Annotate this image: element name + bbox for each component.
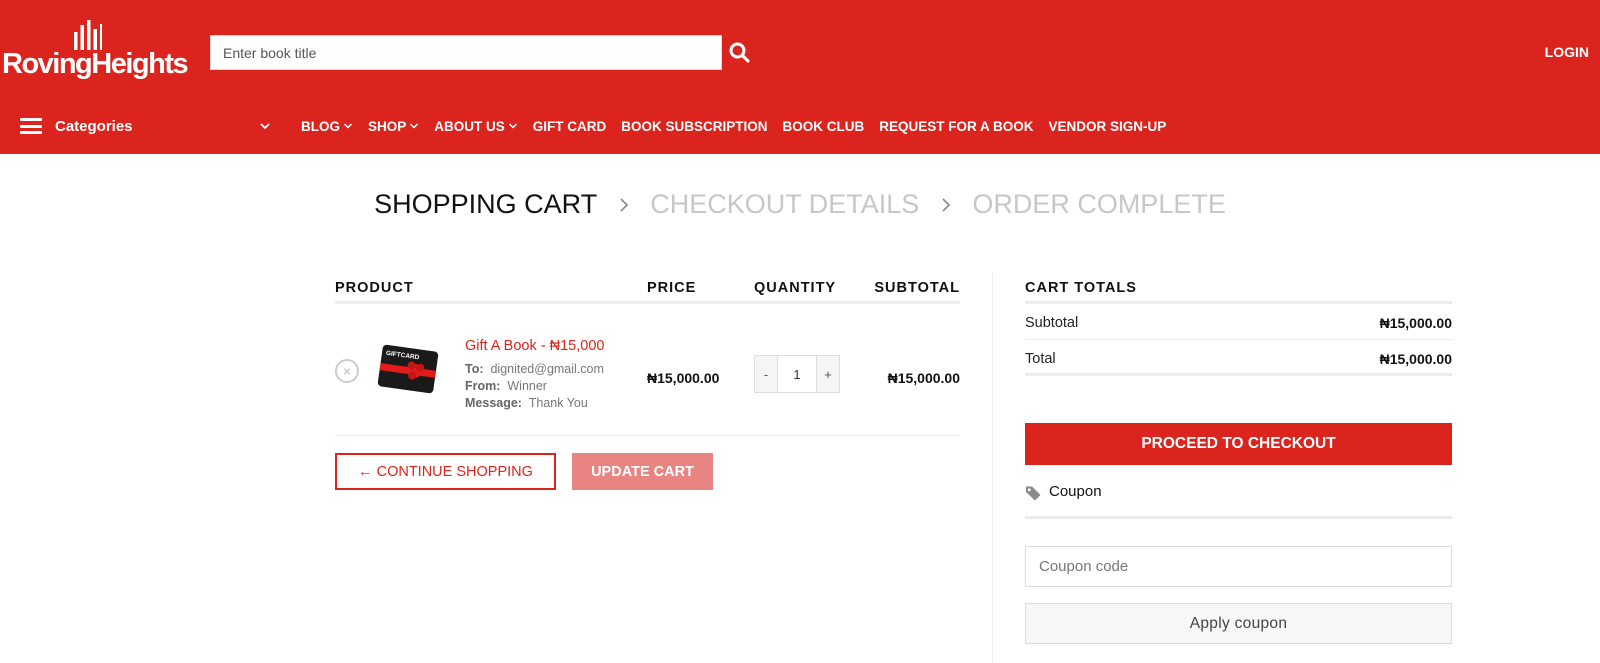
proceed-to-checkout-button[interactable]: PROCEED TO CHECKOUT [1025,423,1452,465]
nav-item-book-club[interactable]: BOOK CLUB [783,119,865,134]
gift-to: To: dignited@gmail.com [465,362,604,376]
column-divider [992,272,993,663]
nav-item-blog[interactable]: BLOG [301,119,353,134]
subtotal-value: ₦15,000.00 [1379,315,1452,331]
cart-table: PRODUCT PRICE QUANTITY SUBTOTAL × GIFTCA… [335,270,960,516]
nav-item-label: SHOP [368,118,407,134]
checkout-steps: SHOPPING CART CHECKOUT DETAILS ORDER COM… [0,188,1600,220]
cart-actions: ← CONTINUE SHOPPING UPDATE CART [335,436,960,516]
nav-item-request-book[interactable]: REQUEST FOR A BOOK [879,119,1033,134]
gift-card-thumbnail[interactable]: GIFTCARD [375,338,441,400]
nav-item-shop[interactable]: SHOP [368,119,419,134]
brand-name: RovingHeights [2,48,189,80]
column-header-price: PRICE [647,280,697,296]
gift-from: From: Winner [465,379,547,393]
column-header-subtotal: SUBTOTAL [874,280,960,296]
update-cart-button[interactable]: UPDATE CART [572,453,713,490]
cart-totals: CART TOTALS Subtotal ₦15,000.00 Total ₦1… [1025,270,1452,644]
continue-shopping-button[interactable]: ← CONTINUE SHOPPING [335,453,556,490]
coupon-section-title: Coupon [1025,483,1452,519]
subtotal-label: Subtotal [1025,315,1079,331]
nav-menu: BLOG SHOP ABOUT US GIFT CARD BOOK SUBSCR… [301,108,1181,144]
gift-to-label: To: [465,362,484,376]
nav-item-about-us[interactable]: ABOUT US [434,119,518,134]
quantity-stepper: - + [754,355,840,393]
column-header-quantity: QUANTITY [754,280,837,296]
main-nav: Categories BLOG SHOP ABOUT US GIFT CARD … [0,108,1600,144]
gift-to-value: dignited@gmail.com [490,362,604,376]
coupon-label: Coupon [1049,483,1102,500]
nav-item-book-subscription[interactable]: BOOK SUBSCRIPTION [621,119,767,134]
chevron-down-icon[interactable] [258,119,272,133]
subtotal-row: Subtotal ₦15,000.00 [1025,304,1452,340]
product-name-link[interactable]: Gift A Book - ₦15,000 [465,338,604,354]
chevron-down-icon [410,123,419,129]
chevron-right-icon [942,198,950,212]
step-checkout-details[interactable]: CHECKOUT DETAILS [650,189,919,220]
categories-label: Categories [55,117,133,135]
nav-item-label: ABOUT US [434,118,505,134]
table-header: PRODUCT PRICE QUANTITY SUBTOTAL [335,270,960,304]
coupon-code-input[interactable] [1025,546,1452,587]
categories-menu[interactable]: Categories [20,108,133,144]
total-label: Total [1025,351,1056,367]
sound-bars-logo-icon [74,20,102,50]
total-value: ₦15,000.00 [1379,351,1452,367]
chevron-right-icon [620,198,628,212]
site-logo[interactable]: RovingHeights [2,18,189,88]
tag-icon [1026,486,1041,501]
nav-item-vendor-signup[interactable]: VENDOR SIGN-UP [1049,119,1167,134]
search-icon[interactable] [727,40,753,66]
step-order-complete: ORDER COMPLETE [972,189,1226,220]
gift-message: Message: Thank You [465,396,588,410]
search-input[interactable] [211,36,721,69]
search-box [210,35,722,70]
nav-item-gift-card[interactable]: GIFT CARD [533,119,607,134]
decrease-quantity-button[interactable]: - [755,356,777,392]
nav-item-label: BLOG [301,118,340,134]
gift-from-value: Winner [507,379,547,393]
column-header-product: PRODUCT [335,280,414,296]
total-row: Total ₦15,000.00 [1025,340,1452,376]
item-price: ₦15,000.00 [647,370,720,386]
gift-message-value: Thank You [528,396,588,410]
apply-coupon-button[interactable]: Apply coupon [1025,603,1452,644]
increase-quantity-button[interactable]: + [817,356,839,392]
chevron-down-icon [343,123,353,129]
site-header: RovingHeights LOGIN Categories BLOG SHOP [0,0,1600,154]
table-row: × GIFTCARD Gift A Book - ₦15,000 To: dig… [335,304,960,436]
remove-item-icon[interactable]: × [335,359,359,383]
item-subtotal: ₦15,000.00 [887,370,960,386]
gift-message-label: Message: [465,396,522,410]
hamburger-icon [20,118,42,134]
cart-totals-title: CART TOTALS [1025,270,1452,304]
chevron-down-icon [508,123,517,129]
gift-from-label: From: [465,379,501,393]
step-shopping-cart[interactable]: SHOPPING CART [374,189,597,220]
quantity-input[interactable] [777,356,817,392]
login-link[interactable]: LOGIN [1545,44,1589,60]
